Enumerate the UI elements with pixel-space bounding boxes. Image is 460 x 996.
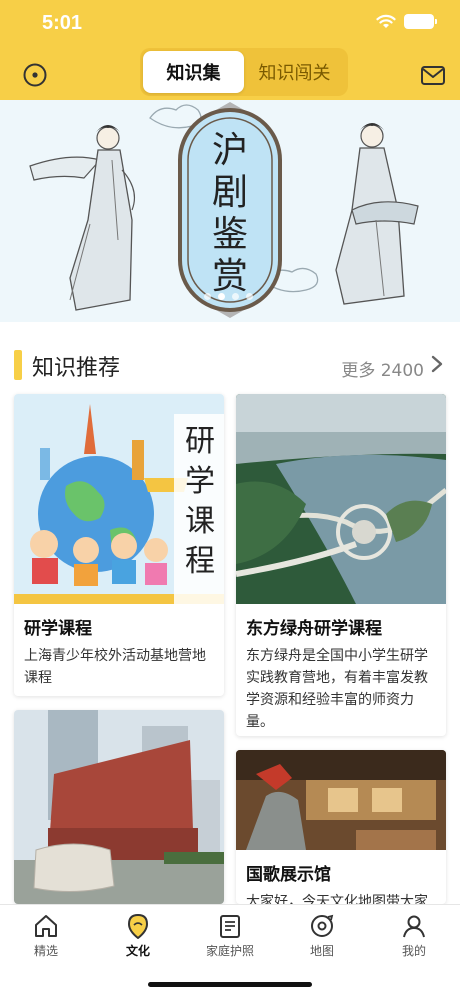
status-time: 5:01 [42,12,83,34]
section-accent-bar [14,350,22,380]
card-image: 研学课程 [14,394,224,604]
banner-title: 沪剧鉴赏 [211,130,248,297]
tab-map[interactable]: 地图 [282,913,362,959]
left-opera-figure [29,125,135,311]
carousel-dot-active[interactable] [218,293,225,300]
culture-icon [127,913,149,939]
right-opera-figure [335,123,419,305]
tab-culture[interactable]: 文化 [98,913,178,959]
tab-label: 精选 [33,944,58,958]
status-icons [376,14,437,29]
card-title: 国歌展示馆 [246,865,331,885]
section-title: 知识推荐 [32,356,121,381]
battery-icon [404,14,437,29]
card-image [236,394,446,604]
profile-icon [403,915,425,938]
tab-label: 文化 [125,944,150,958]
home-icon [35,915,57,937]
carousel-dot[interactable] [246,293,253,300]
card-description: 大家好，今天文化地图带大家 [246,894,428,904]
card-image-caption: 研学课程 [185,424,215,579]
knowledge-card[interactable] [14,710,224,904]
app-header: 5:01 知识集 知识闯关 [0,0,460,100]
tab-knowledge-challenge[interactable]: 知识闯关 [244,51,345,93]
tab-profile[interactable]: 我的 [374,913,454,959]
passport-icon [220,915,240,938]
knowledge-card[interactable]: 东方绿舟研学课程 东方绿舟是全国中小学生研学实践教育营地，有着丰富发教学资源和经… [236,394,446,736]
tab-knowledge-collection[interactable]: 知识集 [143,51,244,93]
tab-label: 地图 [309,944,334,958]
tab-family-passport[interactable]: 家庭护照 [190,913,270,959]
home-indicator [148,982,312,987]
knowledge-card[interactable]: 国歌展示馆 大家好，今天文化地图带大家 [236,750,446,904]
more-link[interactable]: 更多 2400 [341,356,424,381]
wifi-icon [376,14,396,28]
tab-featured[interactable]: 精选 [6,913,86,959]
banner-carousel[interactable]: 沪剧鉴赏 [0,100,460,322]
map-icon [311,914,334,937]
carousel-dot[interactable] [232,293,239,300]
card-description: 上海青少年校外活动基地营地课程 [24,648,206,686]
chevron-right-icon[interactable] [430,354,444,374]
card-title: 研学课程 [24,619,92,639]
knowledge-segmented-control: 知识集 知识闯关 [140,48,348,96]
knowledge-card[interactable]: 研学课程 研学课程 上海青少年校外活动基地营地课程 [14,394,224,696]
carousel-dot[interactable] [204,293,211,300]
card-description: 东方绿舟是全国中小学生研学实践教育营地，有着丰富发教学资源和经验丰富的师资力量。 [246,648,428,730]
carousel-dots [204,293,253,300]
card-title: 东方绿舟研学课程 [246,619,382,639]
target-icon[interactable] [22,62,48,88]
tab-label: 家庭护照 [205,944,254,958]
mail-icon[interactable] [420,62,446,88]
card-image [236,750,446,850]
tab-label: 我的 [401,944,426,958]
card-image [14,710,224,904]
recommend-section-header: 知识推荐 更多 2400 [0,330,460,392]
